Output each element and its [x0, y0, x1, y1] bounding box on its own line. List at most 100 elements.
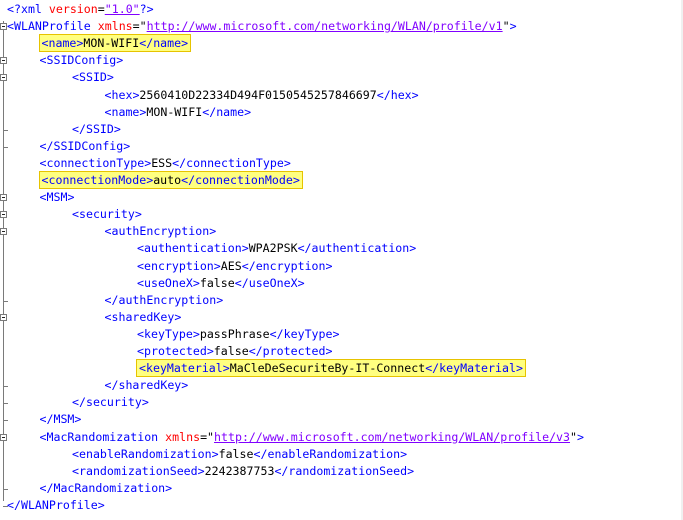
token-tag: MacRandomization [46, 429, 166, 444]
token-text: false [213, 344, 249, 358]
line-content: <authEncryption> [105, 224, 217, 238]
token-tag: name [216, 104, 245, 119]
token-bracket: > [97, 497, 105, 512]
line-content: <encryption>AES</encryption> [137, 259, 333, 273]
fold-toggle-icon[interactable] [0, 228, 7, 236]
fold-toggle-icon[interactable] [0, 74, 7, 82]
token-bracket: </ [172, 155, 187, 170]
line-content: </SSID> [72, 122, 121, 136]
code-line: <randomizationSeed>2242387753</randomiza… [72, 463, 414, 480]
token-tag: authEncryption [111, 224, 210, 239]
code-line: <?xml version="1.0"?> [7, 1, 154, 18]
token-tag: enableRandomization [78, 446, 212, 461]
token-tag: name [48, 36, 77, 51]
line-content: <randomizationSeed>2242387753</randomiza… [72, 464, 414, 478]
fold-end-tick [3, 420, 8, 422]
fold-toggle-icon[interactable] [0, 57, 7, 65]
token-tag: name [153, 36, 182, 51]
fold-toggle-icon[interactable] [0, 433, 7, 441]
token-bracket: > [241, 241, 249, 256]
token-url[interactable]: http://www.microsoft.com/networking/WLAN… [214, 430, 570, 444]
token-punct: " [570, 429, 577, 444]
token-bracket: </ [202, 104, 217, 119]
token-bracket: < [72, 446, 79, 461]
token-bracket: </ [425, 361, 440, 376]
code-line: <keyType>passPhrase</keyType> [137, 326, 339, 343]
line-content: <SSID> [72, 70, 114, 84]
code-line: <MSM> [40, 189, 75, 206]
fold-toggle-icon[interactable] [0, 194, 7, 202]
code-line: <security> [72, 206, 142, 223]
token-pi: ?> [139, 2, 154, 16]
token-tag: randomizationSeed [288, 463, 408, 478]
token-bracket: > [181, 378, 189, 393]
token-bracket: > [216, 292, 224, 307]
token-bracket: > [577, 429, 584, 444]
token-text: AES [220, 258, 242, 273]
line-content: <MacRandomization xmlns="http://www.micr… [40, 430, 584, 444]
fold-end-tick [3, 403, 8, 405]
token-tag: protected [143, 344, 207, 358]
token-bracket: > [165, 480, 173, 495]
token-tag: keyMaterial [439, 361, 516, 376]
token-bracket: > [192, 275, 200, 290]
token-tag: keyType [143, 326, 193, 341]
token-bracket: > [292, 173, 300, 187]
token-bracket: > [141, 395, 149, 410]
fold-toggle-icon[interactable] [0, 23, 7, 31]
token-bracket: < [72, 207, 79, 222]
line-content: <connectionType>ESS</connectionType> [40, 156, 291, 170]
token-bracket: > [283, 155, 291, 170]
line-content: <security> [72, 207, 142, 221]
token-bracket: </ [234, 275, 249, 290]
line-content: <protected>false</protected> [137, 344, 332, 358]
token-bracket: > [211, 446, 219, 461]
token-tag: WLANProfile [13, 19, 98, 34]
token-bracket: < [137, 258, 144, 273]
fold-toggle-icon[interactable] [0, 313, 7, 321]
token-url[interactable]: "1.0" [105, 2, 140, 16]
token-attr: xmlns [165, 429, 201, 444]
token-tag: hex [390, 87, 412, 102]
token-bracket: > [67, 190, 75, 205]
token-tag: SSID [78, 70, 107, 85]
token-bracket: </ [269, 326, 284, 341]
token-tag: connectionMode [195, 173, 293, 187]
token-tag: WLANProfile [20, 497, 98, 512]
token-bracket: < [72, 463, 79, 478]
code-line: <authEncryption> [105, 223, 217, 240]
token-tag: connectionMode [48, 173, 147, 187]
token-text: 2242387753 [204, 463, 275, 478]
token-tag: useOneX [143, 275, 193, 290]
token-tag: randomizationSeed [78, 463, 198, 478]
token-bracket: > [409, 241, 417, 256]
token-tag: keyType [283, 326, 333, 341]
token-tag: authentication [311, 241, 410, 256]
token-text: passPhrase [199, 326, 270, 341]
token-bracket: > [515, 361, 523, 376]
token-tag: authentication [143, 241, 242, 256]
code-line: <MacRandomization xmlns="http://www.micr… [40, 429, 584, 446]
token-tag: enableRandomization [267, 446, 401, 461]
token-tag: SSIDConfig [53, 138, 124, 153]
token-url[interactable]: http://www.microsoft.com/networking/WLAN… [147, 19, 503, 33]
token-tag: MSM [53, 412, 75, 427]
token-bracket: > [74, 412, 82, 427]
line-content: <keyType>passPhrase</keyType> [137, 327, 339, 341]
xml-editor[interactable]: <?xml version="1.0"?> <WLANProfile xmlns=… [0, 0, 683, 520]
token-text: WPA2PSK [248, 241, 298, 256]
token-tag: name [111, 104, 140, 119]
token-bracket: > [174, 309, 182, 324]
token-bracket: > [509, 19, 517, 34]
highlighted-element: <keyMaterial>MaCleDeSecuriteBy-IT-Connec… [136, 359, 526, 378]
fold-toggle-icon[interactable] [0, 211, 7, 219]
token-tag: hex [111, 87, 133, 102]
fold-end-tick [3, 386, 8, 388]
token-text: false [218, 446, 254, 461]
token-bracket: < [139, 361, 146, 376]
token-bracket: </ [72, 395, 86, 410]
token-bracket: > [206, 344, 214, 358]
token-bracket: </ [297, 241, 312, 256]
line-content: <sharedKey> [105, 310, 182, 324]
token-bracket: </ [248, 344, 263, 358]
